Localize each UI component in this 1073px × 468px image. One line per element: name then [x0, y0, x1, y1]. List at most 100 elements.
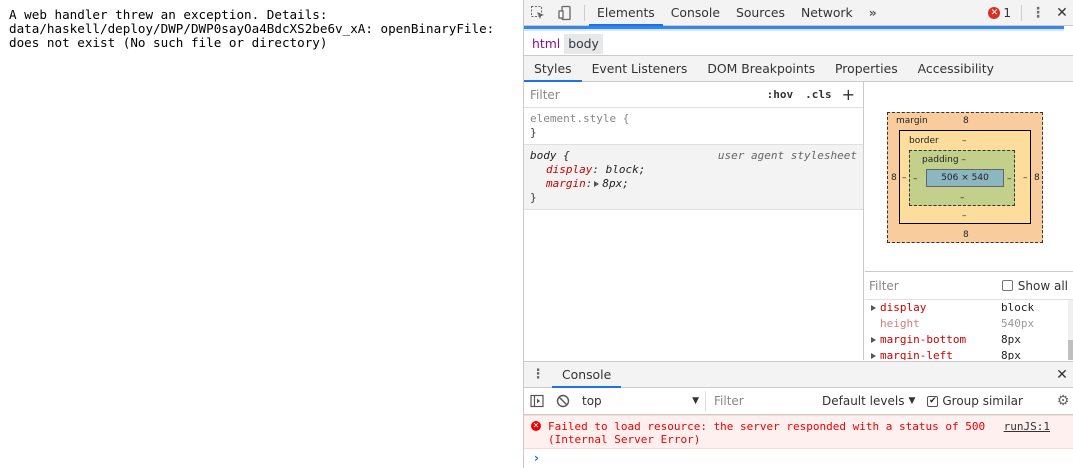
border-left-value: –	[902, 173, 907, 183]
computed-prop-value: block	[1001, 301, 1035, 314]
close-devtools-icon[interactable]: ✕	[1050, 5, 1073, 21]
scrollbar-thumb[interactable]	[1068, 340, 1073, 360]
ua-prop-display: display: block;	[546, 163, 646, 176]
drawer-tab-console[interactable]: Console	[552, 362, 622, 388]
tab-accessibility[interactable]: Accessibility	[908, 56, 1004, 82]
computed-prop-value: 8px	[1001, 349, 1021, 360]
computed-prop-name: height	[880, 317, 920, 330]
selected-node-bar	[524, 26, 1064, 29]
box-model-padding[interactable]: padding – – – – 506 × 540	[909, 150, 1015, 206]
ua-rule-selector: body {	[530, 149, 570, 162]
expand-triangle-icon[interactable]	[871, 337, 876, 343]
padding-left-value: –	[913, 174, 918, 184]
element-style-selector: element.style {	[530, 112, 630, 125]
device-toolbar-icon[interactable]	[552, 0, 580, 26]
tab-sources[interactable]: Sources	[728, 0, 793, 26]
error-source-link[interactable]: runJS:1	[1004, 420, 1050, 433]
tab-network[interactable]: Network	[793, 0, 861, 26]
expand-triangle-icon[interactable]	[871, 305, 876, 311]
show-all-checkbox[interactable]	[1001, 280, 1013, 291]
breadcrumb-html[interactable]: html	[528, 34, 564, 54]
computed-row[interactable]: display block	[865, 300, 1073, 316]
computed-pane: Filter Show all display block height 540…	[865, 272, 1073, 360]
error-message-text: Failed to load resource: the server resp…	[548, 420, 986, 446]
group-similar-label: Group similar	[942, 394, 1023, 408]
context-selector[interactable]: top ▼	[576, 391, 706, 411]
ua-stylesheet-label: user agent stylesheet	[717, 149, 857, 162]
border-right-value: –	[1023, 173, 1028, 183]
close-drawer-icon[interactable]: ✕	[1050, 367, 1073, 383]
show-all-label[interactable]: Show all	[1018, 279, 1073, 293]
box-model-pane: margin 8 8 8 8 border – – – – padding – …	[865, 82, 1073, 272]
padding-label: padding –	[922, 155, 966, 165]
hov-button[interactable]: :hov	[761, 88, 800, 101]
console-prompt-icon[interactable]: ›	[534, 451, 539, 465]
main-tabs: Elements Console Sources Network »	[589, 0, 885, 26]
margin-left-value: 8	[891, 173, 897, 183]
tab-console[interactable]: Console	[663, 0, 728, 26]
group-similar-checkbox[interactable]: ✔	[927, 395, 939, 407]
more-tabs-icon[interactable]: »	[861, 0, 885, 26]
show-sidebar-icon[interactable]	[524, 394, 550, 408]
breadcrumb-body[interactable]: body	[564, 33, 603, 54]
drawer-menu-icon[interactable]: ⋮	[524, 367, 552, 382]
prop-value: 8px;	[602, 177, 629, 190]
element-style-rule[interactable]: element.style { }	[524, 108, 863, 145]
computed-row[interactable]: margin-left 8px	[865, 348, 1073, 360]
styles-filter-input[interactable]: Filter	[530, 88, 761, 102]
tab-elements[interactable]: Elements	[589, 0, 663, 26]
margin-bottom-value: 8	[963, 230, 969, 240]
error-count-badge[interactable]: ✕ 1	[982, 6, 1017, 20]
new-style-rule-button[interactable]: +	[838, 85, 863, 104]
tab-styles[interactable]: Styles	[524, 56, 582, 82]
group-similar-toggle[interactable]: ✔ Group similar	[921, 394, 1029, 408]
error-count: 1	[1003, 5, 1011, 20]
margin-right-value: 8	[1034, 173, 1040, 183]
error-message-text: A web handler threw an exception. Detail…	[9, 7, 495, 50]
ua-rule-close: }	[530, 191, 537, 204]
inspect-element-icon[interactable]	[524, 0, 552, 26]
expand-triangle-icon[interactable]	[594, 181, 600, 187]
dropdown-caret-icon: ▼	[908, 396, 916, 406]
error-icon: ✕	[531, 421, 541, 431]
margin-label: margin	[896, 116, 928, 126]
margin-top-value: 8	[963, 116, 969, 126]
tab-dom-breakpoints[interactable]: DOM Breakpoints	[697, 56, 825, 82]
computed-prop-value: 540px	[1001, 317, 1035, 330]
computed-row[interactable]: margin-bottom 8px	[865, 332, 1073, 348]
computed-prop-name: margin-bottom	[880, 333, 967, 346]
customize-menu-icon[interactable]: ⋮	[1026, 5, 1050, 21]
log-levels-dropdown[interactable]: Default levels ▼	[816, 394, 921, 408]
prop-name: margin	[546, 177, 586, 190]
computed-filter-input[interactable]: Filter	[869, 279, 1002, 293]
border-top-value: –	[962, 136, 967, 146]
breadcrumb: html body	[524, 32, 1073, 56]
computed-prop-value: 8px	[1001, 333, 1021, 346]
error-icon: ✕	[988, 6, 1001, 19]
toolbar-right: ✕ 1 ⋮ ✕	[982, 0, 1073, 26]
computed-row[interactable]: height 540px	[865, 316, 1073, 332]
prop-value: block;	[605, 163, 646, 176]
clear-console-icon[interactable]	[550, 394, 576, 408]
box-model-border[interactable]: border – – – – padding – – – – 506 × 540	[899, 130, 1031, 224]
tab-properties[interactable]: Properties	[825, 56, 908, 82]
console-error-message: ✕ Failed to load resource: the server re…	[524, 415, 1073, 449]
styles-pane: Filter :hov .cls + element.style { } bod…	[524, 82, 864, 360]
computed-prop-name: margin-left	[880, 349, 953, 360]
toolbar-divider-right	[1021, 4, 1022, 21]
elements-sub-tabs: Styles Event Listeners DOM Breakpoints P…	[524, 56, 1073, 82]
cls-button[interactable]: .cls	[799, 88, 838, 101]
dropdown-caret-icon: ▼	[692, 396, 699, 406]
tab-event-listeners[interactable]: Event Listeners	[582, 56, 698, 82]
box-model-margin[interactable]: margin 8 8 8 8 border – – – – padding – …	[887, 112, 1043, 243]
computed-scrollbar[interactable]	[1068, 300, 1073, 360]
expand-triangle-icon[interactable]	[871, 353, 876, 359]
user-agent-rule: body { user agent stylesheet display: bl…	[524, 145, 863, 210]
inspected-page: A web handler threw an exception. Detail…	[0, 0, 523, 468]
console-filter-input[interactable]: Filter	[706, 394, 816, 408]
box-model-content[interactable]: 506 × 540	[926, 169, 1004, 187]
border-label: border	[909, 136, 939, 146]
padding-right-value: –	[1007, 174, 1012, 184]
console-settings-gear-icon[interactable]: ⚙	[1052, 393, 1073, 409]
console-toolbar: top ▼ Filter Default levels ▼ ✔ Group si…	[524, 388, 1073, 415]
